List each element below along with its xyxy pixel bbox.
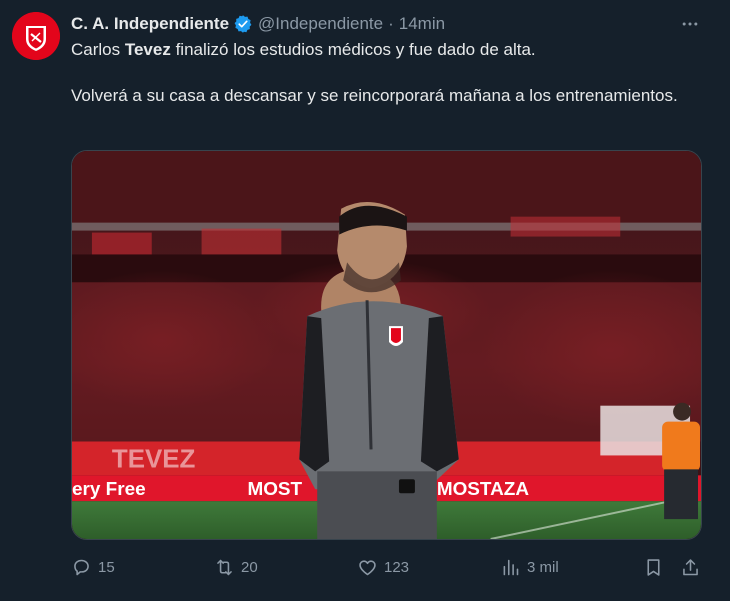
display-name[interactable]: C. A. Independiente xyxy=(71,14,229,34)
led-board-mid: MOST xyxy=(247,479,302,500)
verified-badge-icon xyxy=(233,14,253,34)
reply-icon xyxy=(74,559,89,575)
handle[interactable]: @Independiente xyxy=(258,14,383,34)
tweet-actions: 15 20 123 3 mil xyxy=(71,552,702,582)
views-button[interactable]: 3 mil xyxy=(500,552,559,582)
tweet-photo[interactable]: TEVEZ ery Free MOST MOSTAZA xyxy=(71,150,702,540)
views-count: 3 mil xyxy=(527,558,559,576)
tweet-line-2: Volverá a su casa a descansar y se reinc… xyxy=(71,86,678,105)
led-board-left: ery Free xyxy=(72,479,146,500)
tweet-text-bold: Tevez xyxy=(124,40,171,59)
retweet-count: 20 xyxy=(241,558,258,576)
timestamp[interactable]: 14min xyxy=(399,14,445,34)
tweet-text-part: finalizó los estudios médicos y fue dado… xyxy=(170,40,536,59)
more-options-button[interactable] xyxy=(678,12,702,36)
independiente-crest-icon xyxy=(12,12,60,60)
share-icon xyxy=(683,558,698,575)
bookmark-button[interactable] xyxy=(643,552,664,582)
stands-banner-text: TEVEZ xyxy=(112,445,196,473)
bookmark-icon xyxy=(647,558,660,576)
like-count: 123 xyxy=(384,558,410,576)
retweet-button[interactable]: 20 xyxy=(214,552,258,582)
tweet-text: Carlos Tevez finalizó los estudios médic… xyxy=(71,38,691,107)
led-board-right: MOSTAZA xyxy=(437,479,530,500)
reply-count: 15 xyxy=(98,558,115,576)
views-chart-icon xyxy=(503,559,519,575)
reply-button[interactable]: 15 xyxy=(71,552,115,582)
heart-icon xyxy=(359,559,376,575)
like-button[interactable]: 123 xyxy=(357,552,409,582)
tweet-card[interactable]: C. A. Independiente @Independiente · 14m… xyxy=(0,0,730,601)
share-button[interactable] xyxy=(680,552,701,582)
more-dots-icon xyxy=(682,22,698,26)
retweet-icon xyxy=(217,559,232,575)
tweet-header: C. A. Independiente @Independiente · 14m… xyxy=(71,13,445,35)
tweet-text-part: Carlos xyxy=(71,40,125,59)
avatar[interactable] xyxy=(12,12,60,60)
separator: · xyxy=(388,14,394,33)
stadium-photo: TEVEZ ery Free MOST MOSTAZA xyxy=(72,151,701,539)
tweet-line-1: Carlos Tevez finalizó los estudios médic… xyxy=(71,38,691,61)
